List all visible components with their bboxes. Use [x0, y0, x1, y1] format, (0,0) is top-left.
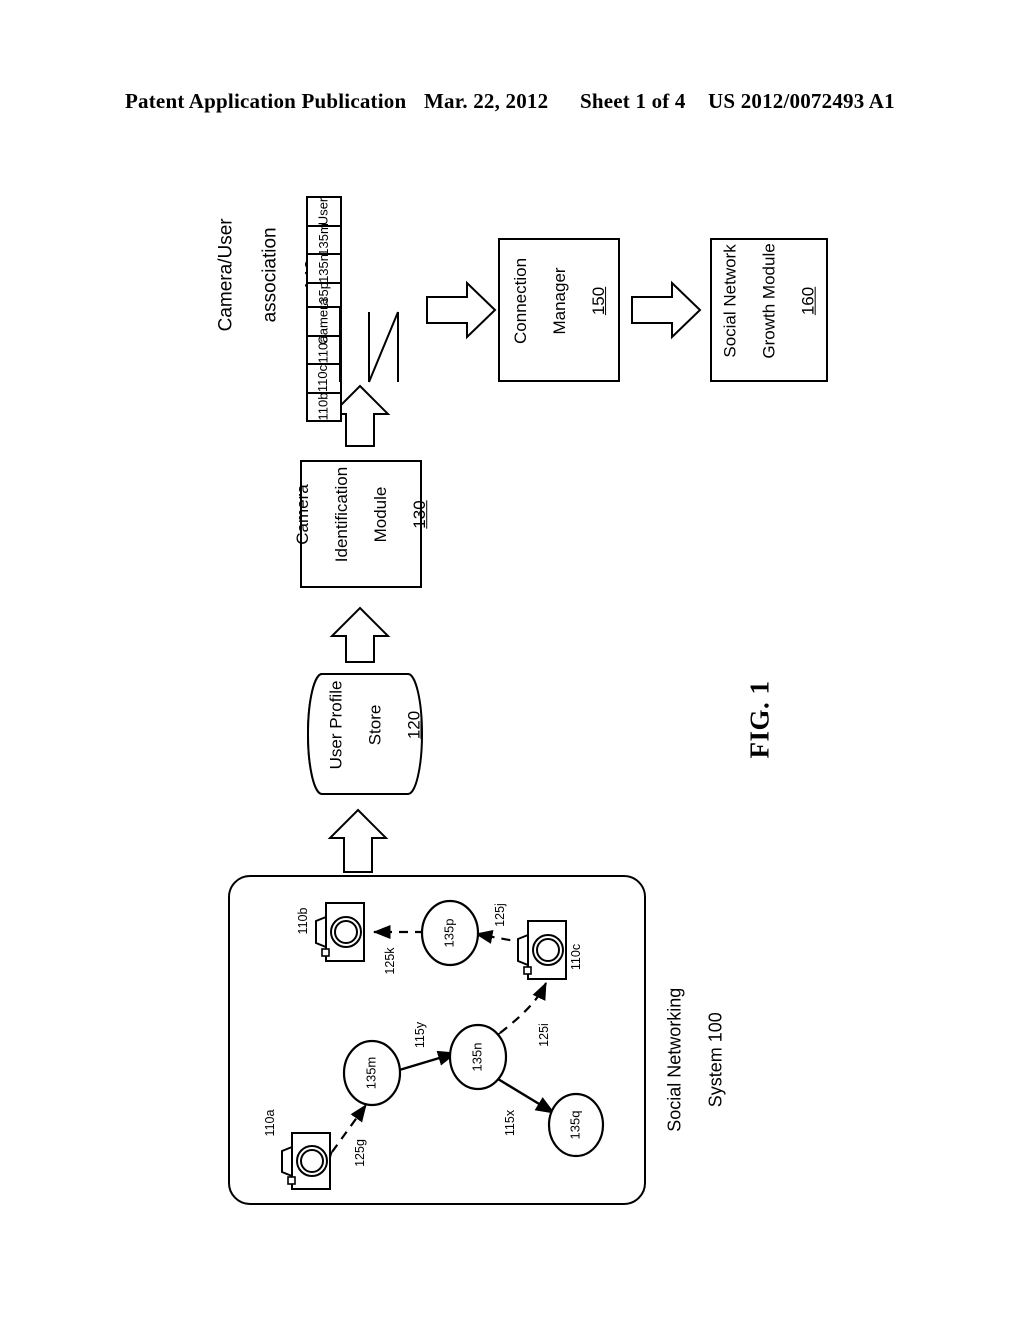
edge-115x-label: 115x — [503, 1109, 517, 1136]
camera-110b-label: 110b — [296, 908, 310, 935]
assoc-title-line1: Camera/User — [215, 217, 237, 331]
camera-table-cell-110a: 110a — [308, 336, 340, 365]
camera-110c-label: 110c — [569, 944, 583, 970]
camera-110c: 110c — [517, 920, 583, 980]
camera-110b: 110b — [296, 902, 365, 962]
cim-line2: Identification — [331, 466, 351, 563]
user-profile-store-label: User Profile Store 120 — [320, 672, 430, 796]
user-135n: 135n — [448, 1023, 508, 1091]
camera-identification-module-box: Camera Identification Module 130 — [293, 460, 429, 588]
sngm-line2: Growth Module — [759, 242, 779, 359]
user-135p-label: 135p — [441, 919, 456, 948]
edge-125j-label: 125j — [493, 903, 507, 927]
user-135n-label: 135n — [469, 1043, 484, 1072]
user-135q-label: 135q — [567, 1111, 582, 1140]
camera-110a: 110a — [263, 1110, 331, 1190]
block-arrow-assoc-to-cm — [426, 280, 497, 340]
ups-line2: Store — [365, 704, 385, 745]
user-135p: 135p — [420, 899, 480, 967]
block-arrow-sns-to-store — [327, 808, 389, 873]
figure-label: FIG. 1 — [744, 680, 775, 759]
edge-125i-label: 125i — [537, 1023, 551, 1047]
user-135m: 135m — [342, 1039, 402, 1107]
connection-manager-line1: Connection — [510, 257, 530, 344]
publication-date: Mar. 22, 2012 — [424, 88, 549, 113]
camera-table-cell-110c: 110c — [308, 365, 340, 394]
connection-manager-box: Connection Manager 150 — [498, 238, 620, 382]
camera-association-table: Camera 110a 110c 110b — [306, 298, 342, 422]
camera-table-header-cell: Camera — [308, 298, 340, 344]
social-networking-system-label: Social Networking System 100 — [640, 980, 750, 1160]
publication-title: Patent Application Publication — [125, 88, 407, 113]
edge-115y-label: 115y — [413, 1021, 427, 1048]
user-table-cell-135m: 135m — [308, 223, 340, 256]
assoc-link-135p-110c-diagonal — [368, 311, 399, 383]
sngm-ref: 160 — [798, 286, 818, 315]
publication-number: US 2012/0072493 A1 — [708, 88, 895, 113]
user-135q: 135q — [547, 1092, 605, 1158]
edge-125j: 125j — [474, 903, 544, 953]
assoc-title-line2: association — [259, 226, 281, 322]
edge-115y: 115y — [376, 1021, 458, 1084]
camera-table-cell-110b: 110b — [315, 392, 331, 421]
edge-125i: 125i — [482, 982, 551, 1049]
user-135m-label: 135m — [363, 1057, 378, 1090]
sngm-line1: Social Network — [720, 243, 740, 358]
sns-label-line1: Social Networking — [663, 987, 684, 1133]
social-network-growth-module-box: Social Network Growth Module 160 — [710, 238, 828, 382]
edge-125g-label: 125g — [353, 1139, 367, 1167]
cim-line1: Camera — [292, 484, 312, 545]
sns-label-line2: System 100 — [705, 1012, 726, 1108]
sheet-number: Sheet 1 of 4 — [580, 88, 686, 113]
edge-125k-label: 125k — [383, 947, 397, 975]
ups-ref: 120 — [404, 710, 424, 739]
connection-manager-line2: Manager — [549, 266, 569, 335]
edge-125k: 125k — [372, 924, 441, 975]
edge-115x: 115x — [478, 1063, 556, 1136]
block-arrow-cm-to-sngm — [631, 280, 702, 340]
edge-125g: 125g — [316, 1104, 367, 1170]
publication-header: Patent Application Publication Mar. 22, … — [0, 84, 1024, 118]
connection-manager-ref: 150 — [588, 286, 608, 315]
cim-line3: Module — [370, 486, 390, 543]
camera-110a-label: 110a — [263, 1110, 277, 1137]
social-networking-system-contents: 125k 125j 125i 115y 115x 125g 110b 135p — [263, 899, 605, 1190]
user-table-cell-135n: 135n — [308, 254, 340, 284]
ups-line1: User Profile — [326, 680, 346, 769]
block-arrow-store-to-cim — [329, 606, 391, 663]
user-association-table: User 135m 135n 135p — [306, 196, 342, 312]
cim-ref: 130 — [409, 500, 429, 529]
